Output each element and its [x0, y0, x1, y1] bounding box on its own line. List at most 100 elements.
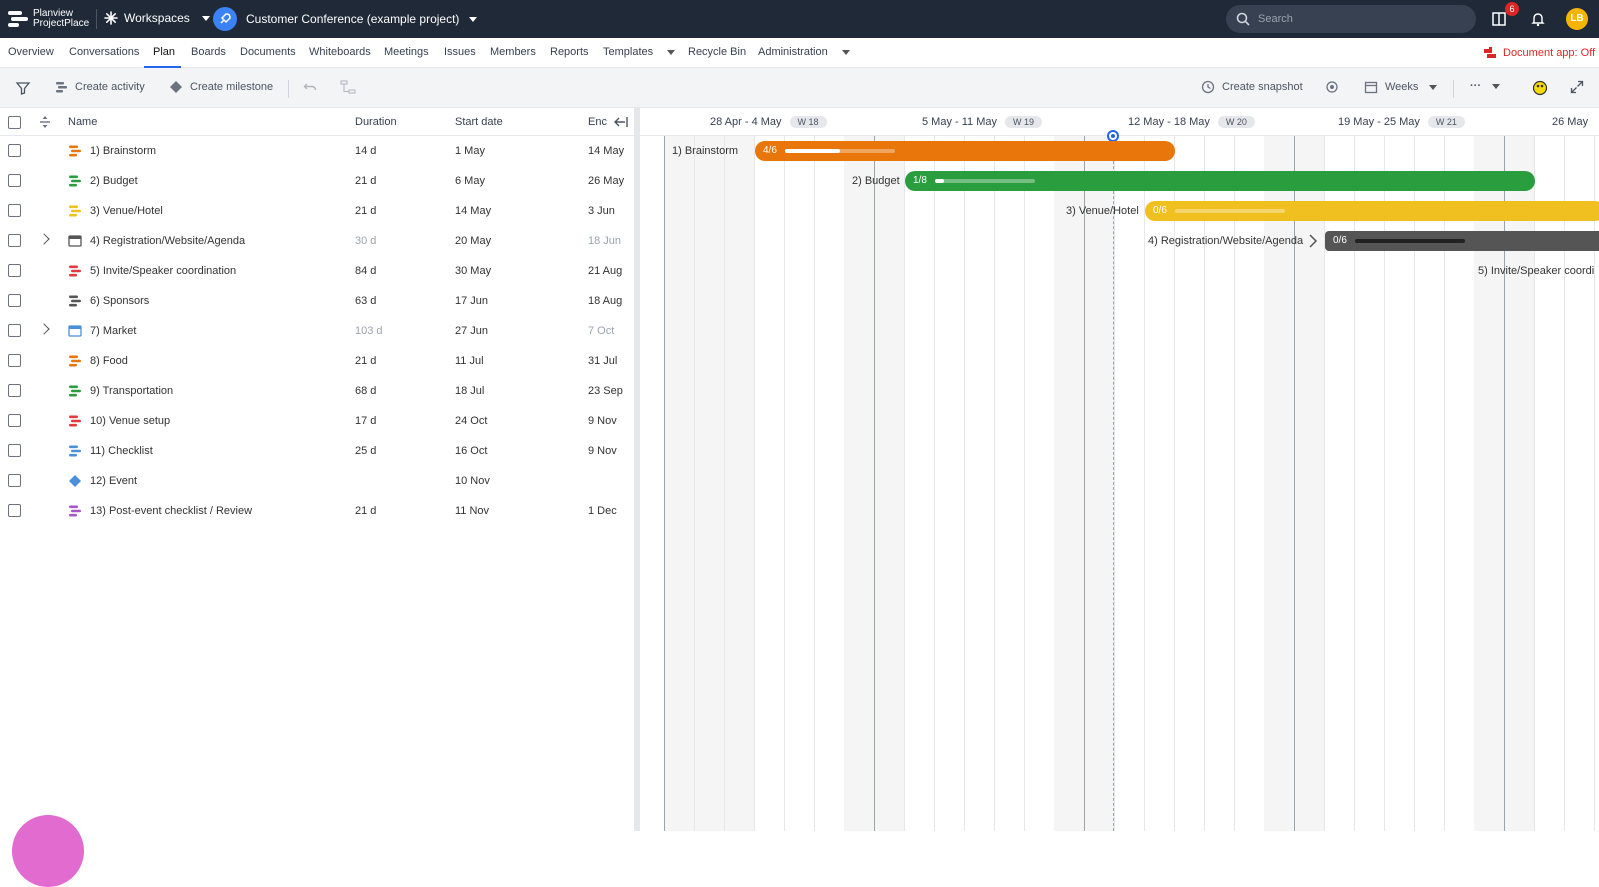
column-name[interactable]: Name [68, 116, 97, 128]
create-milestone-label: Create milestone [190, 81, 274, 93]
create-activity-button[interactable]: Create activity [54, 80, 145, 94]
gantt-bar[interactable]: 0/6 [1145, 201, 1599, 221]
chevron-down-icon [201, 15, 210, 21]
row-checkbox[interactable] [8, 174, 21, 187]
create-activity-label: Create activity [75, 81, 145, 93]
tab-administration-label: Administration [758, 46, 828, 58]
weekend-shade [1054, 136, 1084, 831]
timescale-select[interactable]: Weeks [1364, 80, 1438, 94]
table-row[interactable]: 1) Brainstorm 14 d 1 May 14 May [0, 136, 634, 166]
tab-issues[interactable]: Issues [444, 46, 476, 58]
color-theme-button[interactable] [1532, 80, 1548, 96]
tab-recycle-bin[interactable]: Recycle Bin [688, 46, 746, 58]
chevron-right-icon[interactable] [38, 233, 50, 245]
week-header: 26 May [1552, 116, 1588, 128]
row-end-date: 14 May [588, 145, 625, 157]
row-start-date: 14 May [455, 205, 492, 217]
row-duration: 21 d [355, 505, 377, 517]
link-dependency-button[interactable] [340, 80, 356, 94]
row-checkbox[interactable] [8, 264, 21, 277]
tab-meetings[interactable]: Meetings [384, 46, 429, 58]
table-row[interactable]: 10) Venue setup 17 d 24 Oct 9 Nov [0, 406, 634, 436]
table-row[interactable]: 7) Market 103 d 27 Jun 7 Oct [0, 316, 634, 346]
search-input[interactable] [1258, 13, 1458, 25]
tab-boards[interactable]: Boards [191, 46, 226, 58]
tab-plan[interactable]: Plan [153, 46, 175, 58]
activity-icon [69, 415, 81, 427]
row-checkbox[interactable] [8, 474, 21, 487]
row-duration: 17 d [355, 415, 377, 427]
help-launcher-button[interactable] [12, 815, 84, 887]
table-row[interactable]: 9) Transportation 68 d 18 Jul 23 Sep [0, 376, 634, 406]
activity-icon [69, 445, 81, 457]
chevron-right-icon[interactable] [1308, 234, 1318, 248]
week-header: 12 May - 18 May W 20 [1128, 116, 1255, 128]
drag-handle-icon[interactable] [38, 115, 52, 129]
row-checkbox[interactable] [8, 324, 21, 337]
table-row[interactable]: 4) Registration/Website/Agenda 30 d 20 May… [0, 226, 634, 256]
activity-icon [69, 355, 81, 367]
table-row[interactable]: 2) Budget 21 d 6 May 26 May [0, 166, 634, 196]
week-range: 19 May - 25 May [1338, 116, 1420, 128]
column-end-date[interactable]: Enc [588, 116, 607, 128]
row-checkbox[interactable] [8, 444, 21, 457]
more-options-button[interactable]: ··· [1470, 80, 1500, 92]
table-row[interactable]: 8) Food 21 d 11 Jul 31 Jul [0, 346, 634, 376]
search-box[interactable] [1226, 5, 1476, 33]
table-row[interactable]: 6) Sponsors 63 d 17 Jun 18 Aug [0, 286, 634, 316]
tab-overview[interactable]: Overview [8, 46, 54, 58]
row-start-date: 6 May [455, 175, 485, 187]
week-header: 19 May - 25 May W 21 [1338, 116, 1465, 128]
tab-documents[interactable]: Documents [240, 46, 296, 58]
project-selector[interactable]: Customer Conference (example project) [246, 12, 478, 26]
tab-reports[interactable]: Reports [550, 46, 589, 58]
scroll-to-today-button[interactable] [1325, 80, 1339, 94]
table-row[interactable]: 3) Venue/Hotel 21 d 14 May 3 Jun [0, 196, 634, 226]
table-row[interactable]: 12) Event 10 Nov [0, 466, 634, 496]
row-checkbox[interactable] [8, 294, 21, 307]
gantt-bar-label: 1) Brainstorm [672, 145, 739, 157]
column-start-date[interactable]: Start date [455, 116, 503, 128]
tab-members[interactable]: Members [490, 46, 536, 58]
chevron-down-icon [469, 16, 478, 22]
create-snapshot-label: Create snapshot [1222, 81, 1303, 93]
table-row[interactable]: 5) Invite/Speaker coordination 84 d 30 May… [0, 256, 634, 286]
row-checkbox[interactable] [8, 504, 21, 517]
collapse-panel-icon[interactable] [612, 115, 628, 129]
create-snapshot-button[interactable]: Create snapshot [1201, 80, 1303, 94]
planview-logo[interactable]: Planview ProjectPlace [8, 8, 89, 30]
filter-button[interactable] [15, 80, 31, 96]
chevron-right-icon[interactable] [38, 323, 50, 335]
tab-administration[interactable]: Administration [758, 46, 850, 58]
bell-icon[interactable] [1528, 9, 1548, 29]
gantt-bar[interactable]: 1/8 [905, 171, 1535, 191]
table-row[interactable]: 13) Post-event checklist / Review 21 d 11 … [0, 496, 634, 526]
table-row[interactable]: 11) Checklist 25 d 16 Oct 9 Nov [0, 436, 634, 466]
tab-templates[interactable]: Templates [603, 46, 676, 58]
row-checkbox[interactable] [8, 414, 21, 427]
gantt-bar[interactable]: 4/6 [755, 141, 1175, 161]
fullscreen-button[interactable] [1570, 80, 1584, 94]
workspaces-menu[interactable]: Workspaces [104, 11, 210, 25]
progress-track [1355, 239, 1465, 243]
row-checkbox[interactable] [8, 354, 21, 367]
tab-whiteboards[interactable]: Whiteboards [309, 46, 371, 58]
workspaces-icon [104, 11, 118, 25]
user-avatar[interactable]: LB [1566, 8, 1588, 30]
brand-line-2: ProjectPlace [33, 18, 90, 29]
row-end-date: 3 Jun [588, 205, 615, 217]
create-milestone-button[interactable]: Create milestone [169, 80, 273, 94]
row-checkbox[interactable] [8, 204, 21, 217]
row-checkbox[interactable] [8, 144, 21, 157]
activity-icon [69, 145, 81, 157]
select-all-checkbox[interactable] [8, 116, 21, 129]
progress-fill [785, 149, 840, 153]
day-gridline [964, 136, 965, 831]
gantt-bar[interactable]: 0/6 [1325, 231, 1599, 251]
row-checkbox[interactable] [8, 234, 21, 247]
document-app-toggle[interactable]: Document app: Off [1483, 46, 1595, 60]
row-checkbox[interactable] [8, 384, 21, 397]
column-duration[interactable]: Duration [355, 116, 397, 128]
undo-button[interactable] [303, 80, 317, 94]
tab-conversations[interactable]: Conversations [69, 46, 139, 58]
